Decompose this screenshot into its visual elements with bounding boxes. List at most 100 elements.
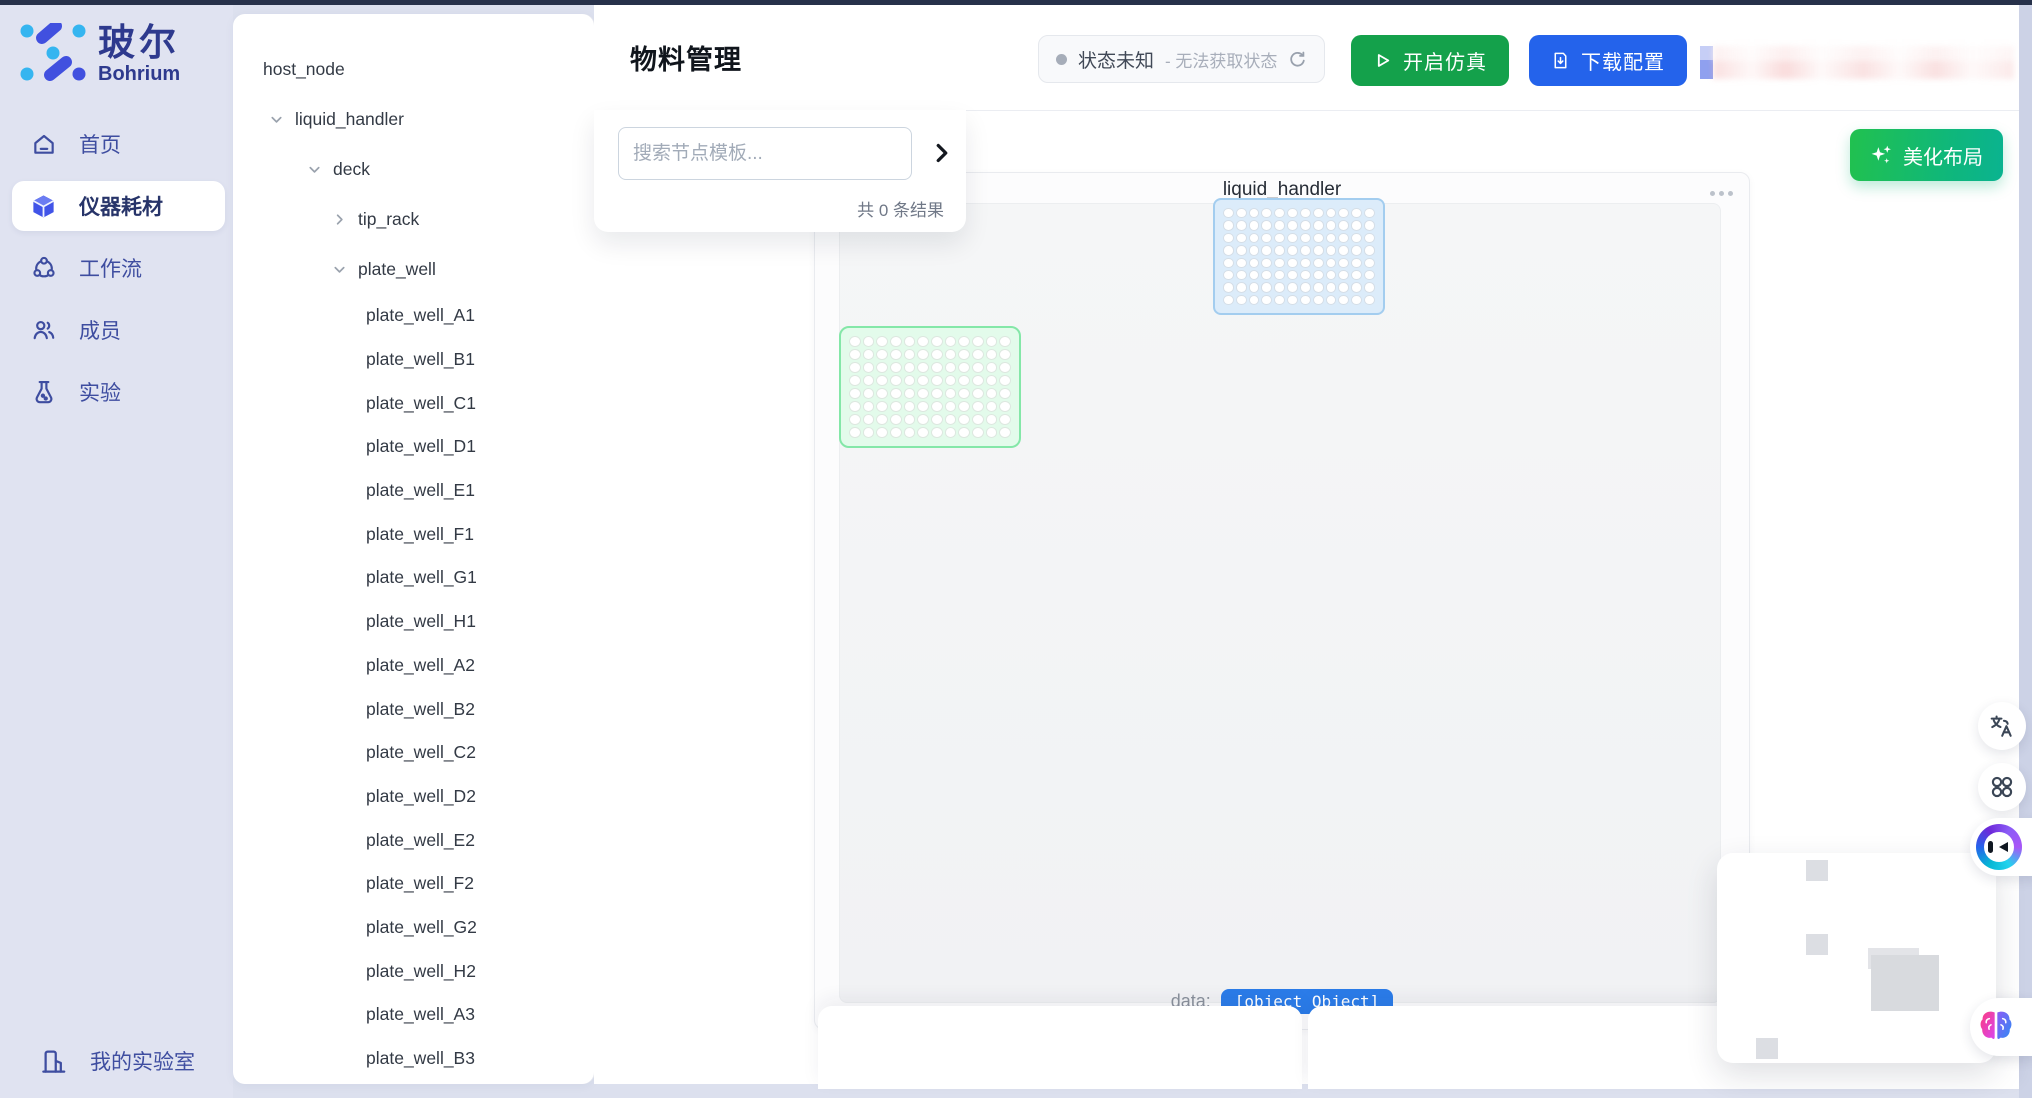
- search-input[interactable]: [618, 127, 912, 180]
- tree-item-plate_well_C2[interactable]: plate_well_C2: [233, 731, 594, 775]
- plate-well: [1300, 295, 1311, 305]
- plate-well: [1338, 282, 1349, 292]
- sidebar-item-workflow[interactable]: 工作流: [12, 243, 225, 293]
- tree-item-plate_well_D1[interactable]: plate_well_D1: [233, 425, 594, 469]
- plate-well: [945, 375, 957, 386]
- plate-well: [1274, 258, 1285, 268]
- node-menu-dots-icon[interactable]: [1710, 191, 1733, 196]
- plate-well: [1287, 245, 1298, 255]
- logo-subtitle: Bohrium: [98, 63, 180, 85]
- tree-item-label: plate_well_H1: [366, 611, 476, 632]
- liquid-handler-node-card[interactable]: liquid_handler data: [object Object]: [814, 172, 1750, 1030]
- experiment-icon: [30, 379, 57, 406]
- plate-well: [1313, 208, 1324, 218]
- plate-well: [945, 336, 957, 347]
- ai-robot-button[interactable]: [1970, 818, 2032, 876]
- tree-item-plate_well_B2[interactable]: plate_well_B2: [233, 687, 594, 731]
- plate-well: [876, 427, 888, 438]
- tree-item-deck[interactable]: deck: [233, 144, 594, 194]
- chevron-down-icon[interactable]: [307, 162, 322, 177]
- download-config-label: 下载配置: [1581, 46, 1665, 75]
- chevron-right-icon[interactable]: [332, 212, 347, 227]
- plate-well: [945, 349, 957, 360]
- plate-well: [1261, 270, 1272, 280]
- tree-item-plate_well_H2[interactable]: plate_well_H2: [233, 949, 594, 993]
- tree-item-liquid_handler[interactable]: liquid_handler: [233, 94, 594, 144]
- minimap[interactable]: [1717, 853, 1996, 1063]
- plate-well: [1338, 233, 1349, 243]
- scrollbar-track[interactable]: [2019, 5, 2032, 1098]
- tree-item-label: plate_well_B1: [366, 349, 475, 370]
- chevron-down-icon[interactable]: [269, 112, 284, 127]
- logo[interactable]: 玻尔 Bohrium: [0, 5, 233, 85]
- plate-well: [1287, 282, 1298, 292]
- sidebar-item-my-lab[interactable]: 我的实验室: [40, 1046, 195, 1076]
- tree-item-plate_well_B1[interactable]: plate_well_B1: [233, 338, 594, 382]
- tree-item-host_node[interactable]: host_node: [233, 44, 594, 94]
- tree-item-plate_well_E2[interactable]: plate_well_E2: [233, 818, 594, 862]
- main-area: 物料管理 状态未知 - 无法获取状态 开启仿真: [594, 5, 2019, 1084]
- plate-well: [1351, 258, 1362, 268]
- plate-well: [972, 401, 984, 412]
- brain-icon: [1976, 1009, 2016, 1045]
- plate-well: [1274, 208, 1285, 218]
- tree-item-plate_well_F2[interactable]: plate_well_F2: [233, 862, 594, 906]
- home-icon: [30, 131, 57, 158]
- tree-item-tip_rack[interactable]: tip_rack: [233, 194, 594, 244]
- chevron-down-icon[interactable]: [332, 262, 347, 277]
- plate-well: [876, 349, 888, 360]
- tree-item-label: plate_well_B3: [366, 1048, 475, 1069]
- plate-well: [1249, 258, 1260, 268]
- plate-well: [986, 427, 998, 438]
- plate-well: [986, 414, 998, 425]
- tree-item-plate_well_A3[interactable]: plate_well_A3: [233, 993, 594, 1037]
- tree-item-label: plate_well_D1: [366, 436, 476, 457]
- plate-well: [876, 414, 888, 425]
- plate-well: [1300, 282, 1311, 292]
- start-simulation-button[interactable]: 开启仿真: [1351, 35, 1509, 86]
- page-header: 物料管理 状态未知 - 无法获取状态 开启仿真: [594, 5, 2019, 111]
- tree-item-plate_well_B3[interactable]: plate_well_B3: [233, 1037, 594, 1081]
- plate-well: [890, 401, 902, 412]
- plate-well: [1261, 233, 1272, 243]
- status-badge[interactable]: 状态未知 - 无法获取状态: [1038, 35, 1325, 83]
- sidebar-item-label: 成员: [79, 315, 121, 345]
- download-config-button[interactable]: 下载配置: [1529, 35, 1687, 86]
- plate-well: [1364, 233, 1375, 243]
- ai-brain-button[interactable]: [1970, 998, 2032, 1056]
- redacted-chip: [1700, 46, 1713, 79]
- plate-well: [876, 336, 888, 347]
- beautify-layout-button[interactable]: 美化布局: [1850, 129, 2003, 181]
- tree-item-plate_well_H1[interactable]: plate_well_H1: [233, 600, 594, 644]
- plate-well: [999, 362, 1011, 373]
- collapse-caret-icon[interactable]: [927, 138, 957, 168]
- plate-well: [1287, 295, 1298, 305]
- tree-item-plate_well_E1[interactable]: plate_well_E1: [233, 469, 594, 513]
- plate-node-blue[interactable]: [1213, 198, 1385, 315]
- plate-well: [917, 388, 929, 399]
- sidebar-item-members[interactable]: 成员: [12, 305, 225, 355]
- tree-item-plate_well_G2[interactable]: plate_well_G2: [233, 906, 594, 950]
- tree-item-plate_well[interactable]: plate_well: [233, 244, 594, 294]
- refresh-icon[interactable]: [1288, 50, 1307, 69]
- sidebar-item-home[interactable]: 首页: [12, 119, 225, 169]
- tree-item-plate_well_C1[interactable]: plate_well_C1: [233, 381, 594, 425]
- node-tree-panel: host_nodeliquid_handlerdecktip_rackplate…: [233, 14, 594, 1084]
- plate-well: [1364, 282, 1375, 292]
- plate-node-green[interactable]: [839, 326, 1021, 448]
- plate-well: [986, 349, 998, 360]
- tree-item-plate_well_A2[interactable]: plate_well_A2: [233, 644, 594, 688]
- tree-item-plate_well_F1[interactable]: plate_well_F1: [233, 512, 594, 556]
- plate-well: [958, 375, 970, 386]
- tree-item-label: plate_well_A2: [366, 655, 475, 676]
- cube-icon: [30, 193, 57, 220]
- apps-grid-button[interactable]: [1978, 763, 2026, 811]
- tree-item-plate_well_A1[interactable]: plate_well_A1: [233, 294, 594, 338]
- plate-well: [904, 349, 916, 360]
- sidebar-item-instruments[interactable]: 仪器耗材: [12, 181, 225, 231]
- translate-button[interactable]: [1978, 702, 2026, 750]
- plate-well: [1338, 270, 1349, 280]
- tree-item-plate_well_D2[interactable]: plate_well_D2: [233, 775, 594, 819]
- sidebar-item-experiments[interactable]: 实验: [12, 367, 225, 417]
- tree-item-plate_well_G1[interactable]: plate_well_G1: [233, 556, 594, 600]
